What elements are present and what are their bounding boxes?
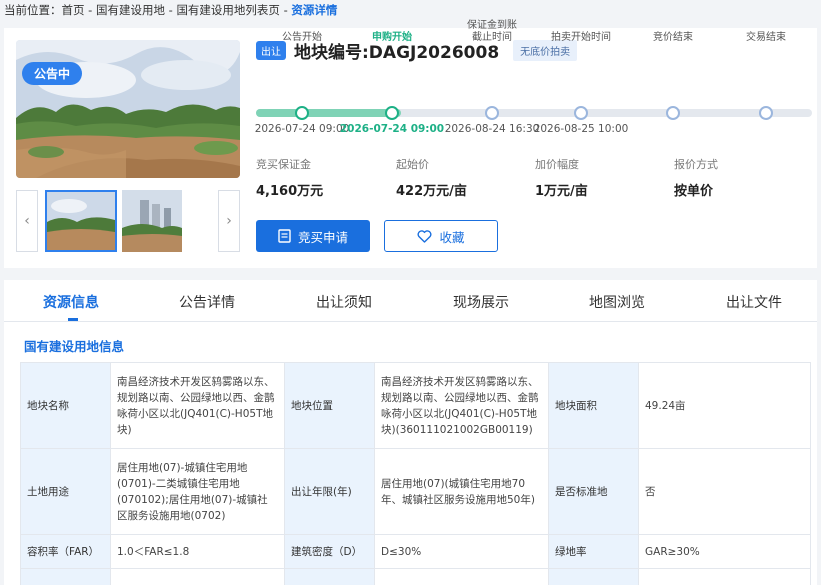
table-value-cell: 居住用地(07)-城镇住宅用地(0701)-二类城镇住宅用地(070102);居… — [110, 448, 285, 535]
table-key-cell: 绿地率 — [548, 534, 639, 569]
table-row: 土地用途 居住用地(07)-城镇住宅用地(0701)-二类城镇住宅用地(07010… — [20, 448, 811, 535]
table-row: 地块名称 南昌经济技术开发区鸫雾路以东、规划路以南、公园绿地以西、金鹊咏荷小区以北… — [20, 362, 811, 449]
table-row: 容积率（FAR） 1.0＜FAR≤1.8 建筑密度（D） D≤30% 绿地率 GAR≥30… — [20, 534, 811, 569]
breadcrumb: 当前位置：首页 - 国有建设用地 - 国有建设用地列表页 - 资源详情 — [4, 2, 337, 18]
table-key-cell: 土地用途 — [20, 448, 111, 535]
timeline-step-dot — [485, 106, 499, 120]
timeline-step-dot — [666, 106, 680, 120]
thumbnail-next-button[interactable]: › — [218, 190, 240, 252]
land-info-table: 地块名称 南昌经济技术开发区鸫雾路以东、规划路以南、公园绿地以西、金鹊咏荷小区以北… — [20, 362, 811, 585]
stat-value: 1万元/亩 — [535, 184, 588, 199]
table-value-cell: 49.24亩 — [638, 362, 811, 449]
thumbnail-1-image — [47, 192, 115, 250]
table-key-cell — [20, 568, 111, 585]
thumbnail-2-image — [122, 190, 182, 252]
table-value-cell — [110, 568, 285, 585]
timeline-step-label: 交易结束 — [746, 32, 786, 43]
stat-value: 按单价 — [674, 184, 714, 199]
table-key-cell: 容积率（FAR） — [20, 534, 111, 569]
breadcrumb-link-home[interactable]: 首页 — [62, 3, 85, 17]
table-key-cell: 地块名称 — [20, 362, 111, 449]
progress-timeline: 公告开始 2026-07-24 09:00 申购开始 2026-07-24 09:00… — [254, 20, 812, 140]
table-value-cell — [638, 568, 811, 585]
timeline-step-dot — [574, 106, 588, 120]
stat-item: 加价幅度 1万元/亩 — [535, 156, 588, 199]
table-key-cell: 建筑密度（D） — [284, 534, 375, 569]
stat-item: 报价方式 按单价 — [674, 156, 718, 199]
main-photo[interactable]: 公告中 — [16, 40, 240, 178]
timeline-step-dot — [759, 106, 773, 120]
stat-label: 报价方式 — [674, 158, 718, 171]
table-key-cell: 出让年限(年) — [284, 448, 375, 535]
breadcrumb-current: 资源详情 — [291, 3, 338, 17]
timeline-step-label: 竞价结束 — [653, 32, 693, 43]
chevron-left-icon: ‹ — [24, 213, 30, 229]
tab-item[interactable]: 出让文件 — [726, 292, 782, 312]
tab-item[interactable]: 公告详情 — [179, 292, 235, 312]
timeline-step-label: 保证金到账 截止时间 — [467, 20, 517, 43]
timeline-step-date: 2026-07-24 09:00 — [339, 123, 445, 135]
table-value-cell: 居住用地(07)(城镇住宅用地70年、城镇社区服务设施用地50年) — [374, 448, 549, 535]
breadcrumb-separator: - — [164, 3, 177, 17]
thumbnail-1[interactable] — [45, 190, 117, 252]
timeline-step-label: 公告开始 — [282, 32, 322, 43]
table-value-cell: 南昌经济技术开发区鸫雾路以东、规划路以南、公园绿地以西、金鹊咏荷小区以北(JQ4… — [110, 362, 285, 449]
chevron-right-icon: › — [226, 213, 232, 229]
stat-label: 竞买保证金 — [256, 158, 311, 171]
timeline-step-date: 2026-07-24 09:00 — [254, 123, 350, 135]
tab-item[interactable]: 资源信息 — [43, 292, 99, 312]
table-key-cell — [284, 568, 375, 585]
stat-label: 起始价 — [396, 158, 429, 171]
thumbnail-prev-button[interactable]: ‹ — [16, 190, 38, 252]
timeline-step-label: 拍卖开始时间 — [551, 32, 611, 43]
tab-item[interactable]: 地图浏览 — [589, 292, 645, 312]
timeline-step-dot — [295, 106, 309, 120]
breadcrumb-link-land[interactable]: 国有建设用地 — [96, 3, 165, 17]
table-value-cell: D≤30% — [374, 534, 549, 569]
timeline-progress-fill — [256, 109, 401, 117]
table-key-cell: 地块面积 — [548, 362, 639, 449]
active-tab-indicator — [68, 318, 78, 321]
timeline-step-date: 2026-08-25 10:00 — [533, 123, 629, 135]
timeline-step-date: 2026-08-24 16:30 — [444, 123, 540, 135]
tab-item[interactable]: 现场展示 — [453, 292, 509, 312]
table-value-cell: 1.0＜FAR≤1.8 — [110, 534, 285, 569]
table-value-cell: 南昌经济技术开发区鸫雾路以东、规划路以南、公园绿地以西、金鹊咏荷小区以北(JQ4… — [374, 362, 549, 449]
document-icon — [278, 229, 291, 243]
thumbnail-strip: ‹ › — [16, 190, 240, 252]
favorite-label: 收藏 — [439, 229, 465, 245]
stat-value: 4,160万元 — [256, 184, 324, 199]
stat-label: 加价幅度 — [535, 158, 579, 171]
breadcrumb-prefix: 当前位置： — [4, 3, 62, 17]
table-value-cell — [374, 568, 549, 585]
timeline-step-label: 申购开始 — [372, 32, 412, 43]
thumbnail-2[interactable] — [122, 190, 182, 252]
stat-item: 起始价 422万元/亩 — [396, 156, 467, 199]
land-info-section: 国有建设用地信息 地块名称 南昌经济技术开发区鸫雾路以东、规划路以南、公园绿地以西… — [4, 322, 817, 585]
stat-item: 竞买保证金 4,160万元 — [256, 156, 323, 199]
table-key-cell — [548, 568, 639, 585]
bid-apply-label: 竞买申请 — [297, 229, 348, 245]
main-photo-image — [16, 40, 240, 178]
table-row — [20, 568, 811, 585]
table-key-cell: 地块位置 — [284, 362, 375, 449]
section-title: 国有建设用地信息 — [24, 339, 125, 354]
timeline-step-dot — [385, 106, 399, 120]
tab-item[interactable]: 出让须知 — [316, 292, 372, 312]
heart-icon — [418, 229, 432, 243]
favorite-button[interactable]: 收藏 — [384, 220, 498, 252]
stat-value: 422万元/亩 — [396, 184, 467, 199]
price-stats: 竞买保证金 4,160万元 起始价 422万元/亩 加价幅度 1万元/亩 报价方式按单价 — [256, 156, 812, 199]
detail-tabs: 资源信息 公告详情 出让须知 现场展示 地图浏览 出让文件 — [4, 280, 817, 322]
breadcrumb-separator: - — [279, 3, 292, 17]
parcel-summary-card: 公告中 ‹ › 出让 地块编号:DAGJ2026008 无底价拍卖 公告开始 2… — [4, 20, 817, 268]
table-value-cell: 否 — [638, 448, 811, 535]
bid-apply-button[interactable]: 竞买申请 — [256, 220, 370, 252]
table-key-cell: 是否标准地 — [548, 448, 639, 535]
table-value-cell: GAR≥30% — [638, 534, 811, 569]
breadcrumb-link-list[interactable]: 国有建设用地列表页 — [176, 3, 280, 17]
breadcrumb-separator: - — [84, 3, 96, 17]
status-badge: 公告中 — [22, 62, 83, 85]
